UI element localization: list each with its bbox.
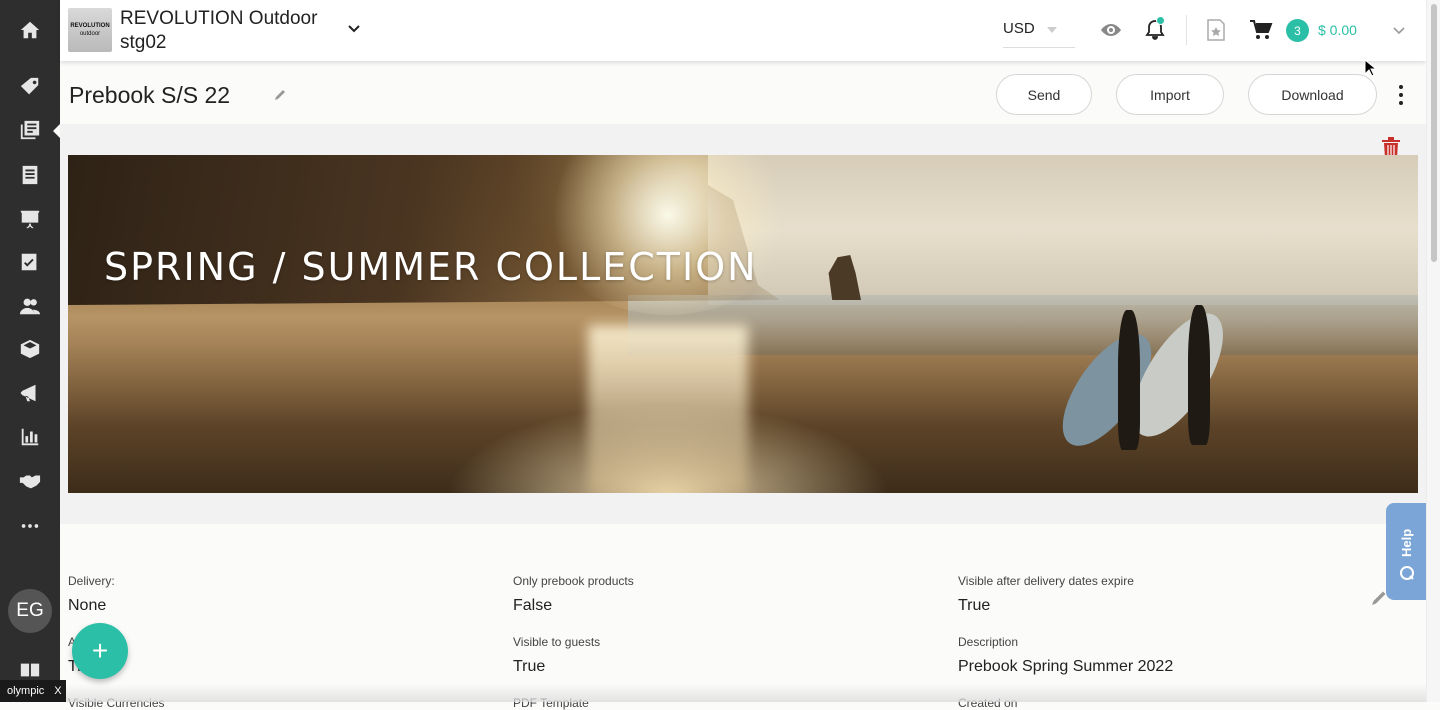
chevron-down-icon[interactable] [347, 22, 361, 36]
currency-select[interactable]: USD [1003, 12, 1075, 48]
promotions-icon [20, 384, 36, 402]
top-bar: REVOLUTION outdoor REVOLUTION Outdoor st… [60, 0, 1426, 61]
environment-chip: olympic X [0, 680, 66, 702]
description-value: Prebook Spring Summer 2022 [958, 658, 1174, 675]
notifications-button[interactable] [1143, 16, 1167, 42]
help-tab[interactable]: Help [1386, 503, 1426, 600]
cart-icon [1250, 20, 1273, 39]
download-button[interactable]: Download [1248, 74, 1377, 115]
environment-label: olympic [7, 685, 45, 697]
presentation-icon [20, 210, 40, 229]
avatar[interactable]: EG [8, 589, 52, 633]
notification-dot [1156, 16, 1165, 25]
tag-icon [20, 77, 39, 95]
cart-total[interactable]: $ 0.00 [1318, 22, 1357, 38]
scrollbar-thumb[interactable] [1431, 4, 1437, 262]
add-button[interactable]: + [72, 623, 128, 679]
preview-button[interactable] [1099, 18, 1123, 42]
brand-logo[interactable]: REVOLUTION outdoor [68, 8, 112, 52]
more-options-icon[interactable] [1393, 85, 1409, 105]
catalog-icon [20, 120, 40, 140]
only-prebook-value: False [513, 597, 553, 614]
chat-icon [1400, 566, 1414, 580]
page-title: Prebook S/S 22 [69, 82, 231, 108]
only-prebook-label: Only prebook products [513, 574, 634, 588]
visible-guests-label: Visible to guests [513, 635, 601, 649]
handshake-icon [19, 475, 41, 489]
sidebar-item-products[interactable] [0, 67, 60, 107]
list-icon [22, 165, 38, 185]
checklist-icon [21, 253, 37, 271]
sidebar-item-reports[interactable] [0, 417, 60, 457]
banner-title: SPRING / SUMMER COLLECTION [104, 245, 758, 289]
box-icon [20, 339, 40, 359]
visible-guests-value: True [513, 658, 546, 675]
bottom-fade [60, 684, 1426, 702]
reports-icon [21, 428, 39, 446]
visible-after-value: True [958, 597, 991, 614]
sidebar-item-orders[interactable] [0, 155, 60, 195]
close-icon[interactable]: X [54, 685, 61, 697]
sidebar-item-tasks[interactable] [0, 242, 60, 282]
delivery-label: Delivery: [68, 574, 115, 588]
brand-name: REVOLUTION Outdoor [120, 8, 318, 29]
home-button[interactable] [0, 10, 60, 50]
chevron-down-icon[interactable] [1392, 24, 1406, 38]
users-icon [19, 298, 41, 315]
currency-value: USD [1003, 20, 1035, 37]
divider [1186, 15, 1187, 45]
sidebar-item-presentations[interactable] [0, 199, 60, 239]
sidebar-item-partners[interactable] [0, 461, 60, 501]
cursor-icon [1364, 59, 1376, 77]
sidebar-item-promotions[interactable] [0, 373, 60, 413]
help-label: Help [1399, 528, 1414, 557]
visible-after-label: Visible after delivery dates expire [958, 574, 1134, 588]
sidebar: EG [0, 0, 61, 702]
home-icon [20, 21, 40, 39]
cart-button[interactable] [1249, 18, 1273, 42]
sidebar-item-customers[interactable] [0, 286, 60, 326]
delivery-value: None [68, 597, 107, 614]
description-label: Description [958, 635, 1019, 649]
sidebar-item-more[interactable] [0, 506, 60, 546]
book-icon [20, 663, 40, 677]
document-star-icon [1207, 19, 1225, 41]
wishlist-button[interactable] [1204, 18, 1228, 42]
brand-environment: stg02 [120, 32, 167, 53]
sidebar-item-catalogs[interactable] [0, 110, 60, 150]
banner-image: SPRING / SUMMER COLLECTION [68, 155, 1418, 493]
eye-icon [1101, 24, 1121, 36]
caret-down-icon [1047, 27, 1057, 33]
more-icon [21, 524, 39, 528]
pencil-icon[interactable] [273, 88, 287, 102]
sidebar-item-inventory[interactable] [0, 329, 60, 369]
import-button[interactable]: Import [1116, 74, 1224, 115]
scrollbar[interactable] [1426, 0, 1440, 702]
send-button[interactable]: Send [996, 74, 1092, 115]
brand-switcher[interactable]: REVOLUTION Outdoor stg02 [120, 7, 317, 55]
cart-count-badge[interactable]: 3 [1286, 19, 1309, 42]
